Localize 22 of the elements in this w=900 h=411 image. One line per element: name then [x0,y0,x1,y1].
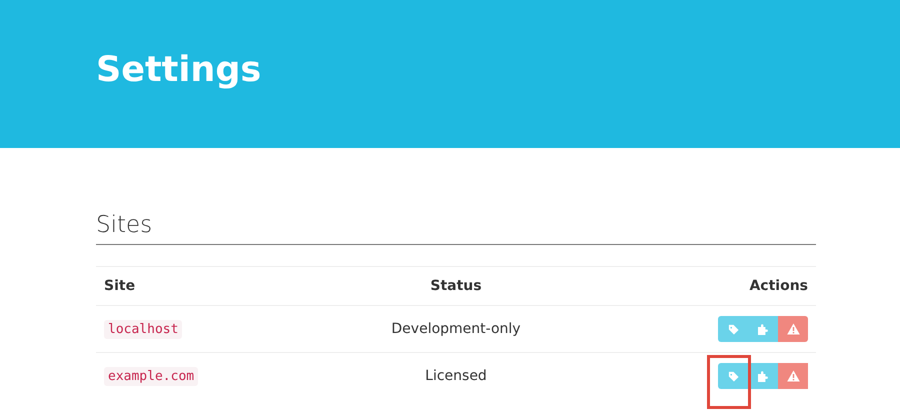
column-header: Status [430,278,482,294]
tag-button[interactable] [718,316,748,342]
status-text: Development-only [391,321,521,337]
tag-icon [728,324,738,334]
warning-button[interactable] [778,316,808,342]
puzzle-icon [757,370,769,382]
page-title: Settings [96,50,262,92]
tag-icon [728,370,738,382]
highlight-frame [707,355,751,409]
column-header: Actions [749,278,808,294]
section-heading: Sites [96,212,816,245]
column-header: Site [104,278,136,294]
plugin-button[interactable] [748,316,778,342]
warning-button[interactable] [778,363,808,389]
site-name: localhost [104,320,182,339]
plugin-button[interactable] [748,363,778,389]
warning-icon [786,370,800,382]
tag-button[interactable] [718,363,748,389]
site-name: example.com [104,367,198,386]
warning-icon [786,323,800,335]
status-text: Licensed [425,368,487,384]
puzzle-icon [757,324,769,334]
